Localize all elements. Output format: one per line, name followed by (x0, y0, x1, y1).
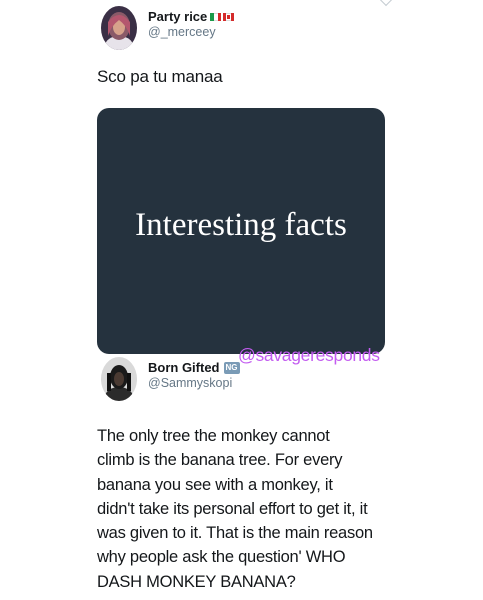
tweet-2-text-line: The only tree the monkey cannot (97, 427, 330, 445)
display-name[interactable]: Born Gifted NG (148, 360, 240, 375)
handle[interactable]: @_merceey (148, 25, 234, 39)
display-name[interactable]: Party rice (148, 9, 235, 24)
avatar[interactable] (101, 6, 137, 50)
avatar[interactable] (101, 357, 137, 401)
italy-flag-icon (210, 12, 222, 21)
tweet-2-text-line: climb is the banana tree. For every (97, 451, 343, 470)
media-card[interactable]: Interesting facts (97, 108, 385, 354)
tweet-2-text: The only tree the monkey cannot climb is… (97, 424, 397, 594)
tweet-2-text-line: banana you see with a monkey, it (97, 475, 333, 494)
handle[interactable]: @Sammyskopi (148, 376, 240, 390)
tweet-2-text-line: was given to it. That is the main reason (97, 524, 373, 543)
tweet-2-header: Born Gifted NG @Sammyskopi (101, 357, 240, 401)
tweet-2-text-line: why people ask the question' WHO (97, 548, 346, 567)
watermark: @savageresponds (238, 345, 380, 365)
tweet-1-header: Party rice @_merceey (101, 6, 235, 50)
tweet-2-text-line: DASH MONKEY BANANA? (97, 572, 296, 591)
badge: NG (223, 361, 240, 374)
tweet-1-text: Sco pa tu manaa (97, 67, 223, 86)
canada-flag-icon (223, 12, 235, 21)
tweet-2-text-line: didn't take its personal effort to get i… (97, 499, 368, 518)
media-title: Interesting facts (135, 206, 347, 243)
tweet-menu-chevron-icon[interactable] (378, 0, 394, 7)
